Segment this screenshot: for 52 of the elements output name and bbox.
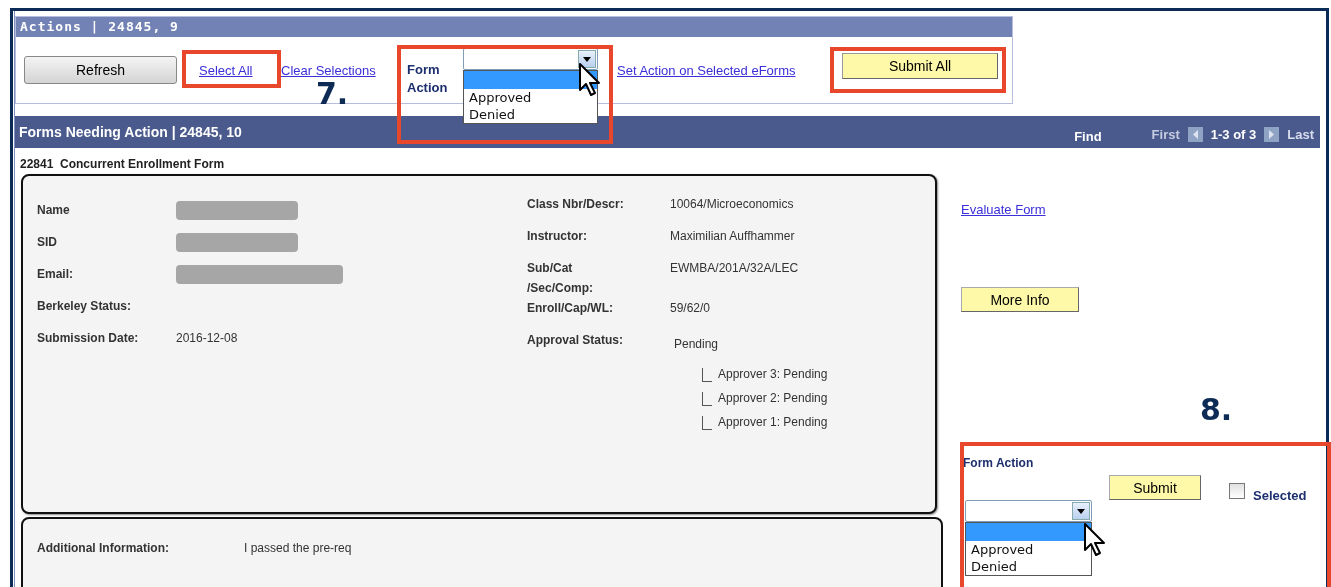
- find-link[interactable]: Find: [1074, 128, 1102, 144]
- form-action-dropdown[interactable]: [463, 48, 598, 70]
- tree-connector-icon: [702, 416, 712, 430]
- previous-icon[interactable]: [1187, 126, 1203, 142]
- field-label: Enroll/Cap/WL:: [527, 300, 614, 317]
- field-label: Berkeley Status:: [37, 299, 133, 313]
- tree-connector-icon: [702, 392, 712, 406]
- approver-status: Approver 3: Pending: [718, 366, 828, 383]
- field-value: EWMBA/201A/32A/LEC: [670, 260, 799, 277]
- step-number: 8.: [1200, 392, 1233, 427]
- field-label: Submission Date:: [37, 331, 140, 345]
- field-label: Additional Information:: [37, 541, 170, 557]
- tree-connector-icon: [702, 368, 712, 382]
- selected-checkbox[interactable]: [1229, 483, 1245, 499]
- field-label: Sub/Cat /Sec/Comp:: [527, 260, 594, 297]
- field-value: I passed the pre-req: [244, 541, 352, 557]
- first-link[interactable]: First: [1151, 126, 1180, 142]
- form-action-label: Form Action: [407, 61, 449, 97]
- page-range: 1-3 of 3: [1210, 126, 1257, 142]
- field-label: Email:: [37, 267, 74, 281]
- approver-status: Approver 2: Pending: [718, 390, 828, 407]
- select-all-link[interactable]: Select All: [199, 62, 281, 78]
- evaluate-form-link[interactable]: Evaluate Form: [961, 202, 1321, 217]
- field-label: Approval Status:: [527, 332, 624, 349]
- next-icon[interactable]: [1264, 126, 1280, 142]
- panel-title: Actions | 24845, 9: [16, 17, 1012, 37]
- dropdown-option[interactable]: Approved: [464, 89, 597, 106]
- approver-status: Approver 1: Pending: [718, 414, 828, 431]
- dropdown-option[interactable]: Denied: [464, 106, 597, 123]
- field-label: Name: [37, 203, 71, 217]
- submit-button[interactable]: Submit: [1109, 475, 1201, 500]
- field-value: 10064/Microeconomics: [670, 196, 794, 213]
- section-title: Forms Needing Action | 24845, 10: [19, 124, 243, 140]
- submit-all-button[interactable]: Submit All: [842, 53, 998, 79]
- field-value: Pending: [674, 336, 719, 353]
- field-value: Maximilian Auffhammer: [670, 228, 795, 245]
- field-value: 2016-12-08: [176, 331, 238, 345]
- checkbox-label: Selected: [1253, 488, 1307, 503]
- form-action-label: Form Action: [963, 456, 1034, 470]
- form-heading: 22841 Concurrent Enrollment Form: [20, 157, 226, 171]
- clear-selections-link[interactable]: Clear Selections: [281, 62, 407, 78]
- blank-option[interactable]: [966, 523, 1091, 541]
- field-label: Class Nbr/Descr:: [527, 196, 625, 213]
- step-number: 7.: [316, 76, 349, 111]
- more-info-button[interactable]: More Info: [961, 287, 1079, 312]
- refresh-button[interactable]: Refresh: [24, 56, 177, 84]
- field-label: SID: [37, 235, 58, 249]
- set-action-link[interactable]: Set Action on Selected eForms: [617, 62, 839, 78]
- field-value: 59/62/0: [670, 300, 711, 317]
- last-link[interactable]: Last: [1287, 126, 1314, 142]
- field-label: Instructor:: [527, 228, 588, 245]
- dropdown-option[interactable]: Denied: [966, 558, 1091, 575]
